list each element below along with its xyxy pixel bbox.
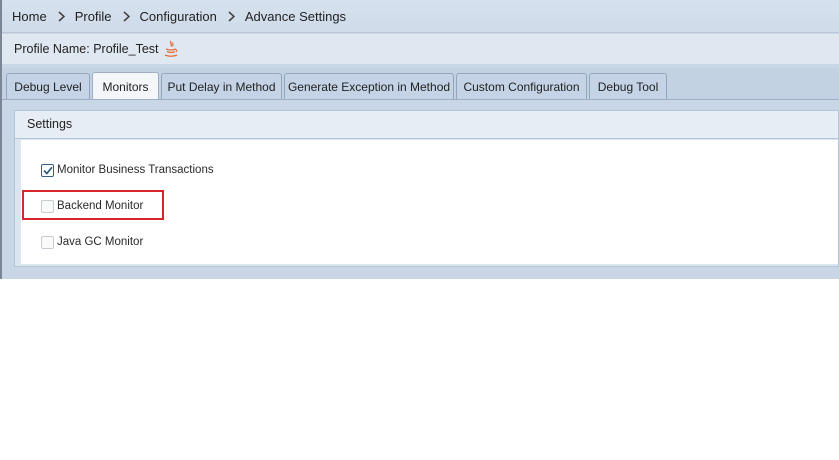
monitor-business-transactions-checkbox[interactable] [41,163,54,177]
settings-title: Settings [15,111,838,139]
tab-strip: Debug Level Monitors Put Delay in Method… [2,68,839,100]
tab-monitors[interactable]: Monitors [92,72,159,100]
checkmark-icon [42,166,53,175]
app-window: Home Profile Configuration Advance Setti… [0,0,839,279]
java-icon [163,40,179,61]
settings-body: Monitor Business Transactions Backend Mo… [21,140,838,264]
breadcrumb: Home Profile Configuration Advance Setti… [2,0,839,33]
tab-custom-configuration[interactable]: Custom Configuration [456,73,587,99]
tab-generate-exception-in-method[interactable]: Generate Exception in Method [284,73,454,99]
backend-monitor-option[interactable]: Backend Monitor [41,198,143,214]
tab-debug-tool[interactable]: Debug Tool [589,73,667,99]
profile-header: Profile Name: Profile_Test [2,34,839,64]
backend-monitor-label: Backend Monitor [57,200,144,212]
breadcrumb-configuration[interactable]: Configuration [140,9,217,24]
monitor-business-transactions-option[interactable]: Monitor Business Transactions [41,162,214,178]
tab-divider [2,99,839,100]
profile-name: Profile Name: Profile_Test [14,42,159,56]
breadcrumb-advance-settings: Advance Settings [244,8,347,24]
breadcrumb-profile[interactable]: Profile [75,9,112,24]
breadcrumb-home[interactable]: Home [12,9,47,24]
tab-put-delay-in-method[interactable]: Put Delay in Method [161,73,282,99]
backend-monitor-checkbox[interactable] [41,199,54,213]
chevron-right-icon [228,10,235,22]
settings-panel: Settings Monitor Business Transactions B… [14,110,839,267]
chevron-right-icon [123,10,130,22]
tab-debug-level[interactable]: Debug Level [6,73,90,99]
monitor-business-transactions-label: Monitor Business Transactions [57,164,214,176]
chevron-right-icon [58,10,65,22]
java-gc-monitor-checkbox[interactable] [41,235,54,249]
java-gc-monitor-label: Java GC Monitor [57,236,144,248]
java-gc-monitor-option[interactable]: Java GC Monitor [41,234,143,250]
